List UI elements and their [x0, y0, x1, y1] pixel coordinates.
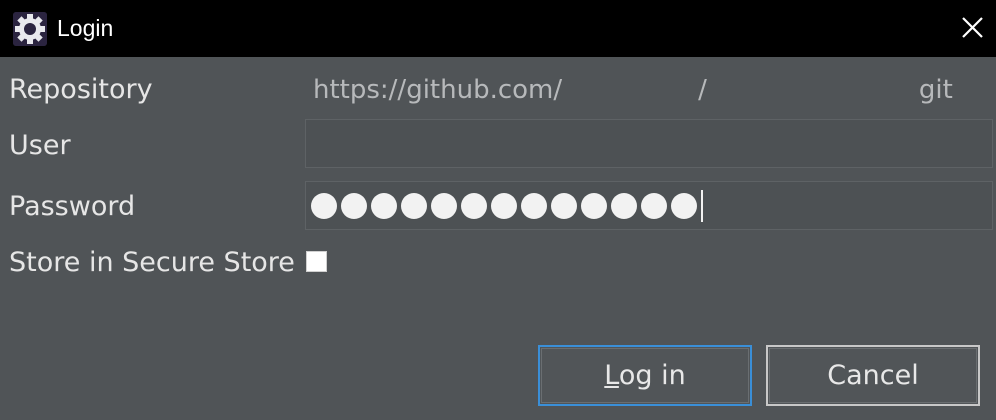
password-dot [671, 193, 697, 219]
password-dot [371, 193, 397, 219]
text-caret [701, 190, 703, 222]
password-dot [461, 193, 487, 219]
login-button-label: Log in [604, 360, 685, 391]
password-dot [401, 193, 427, 219]
login-label-rest: og in [618, 360, 686, 391]
password-mask [311, 190, 703, 222]
repository-url-suffix: git [918, 75, 953, 105]
title-bar: Login [0, 0, 996, 57]
gear-icon [13, 12, 47, 46]
close-icon[interactable] [954, 10, 990, 46]
user-field[interactable] [305, 119, 993, 168]
user-label: User [9, 130, 71, 161]
password-dot [341, 193, 367, 219]
password-dot [311, 193, 337, 219]
login-button[interactable]: Log in [538, 345, 752, 406]
login-mnemonic: L [604, 360, 619, 391]
store-secure-checkbox[interactable] [306, 251, 327, 272]
cancel-button[interactable]: Cancel [766, 345, 980, 406]
password-dot [491, 193, 517, 219]
password-dot [551, 193, 577, 219]
repository-url-prefix: https://github.com/ [313, 75, 563, 105]
login-dialog: Login Repository https://github.com/ / git… [0, 0, 996, 420]
repository-value: https://github.com/ / git [313, 73, 993, 107]
password-label: Password [9, 191, 136, 222]
password-dot [611, 193, 637, 219]
password-field[interactable] [305, 181, 993, 230]
window-title: Login [57, 15, 114, 41]
cancel-button-label: Cancel [827, 360, 919, 391]
repository-url-separator: / [698, 75, 707, 105]
password-dot [521, 193, 547, 219]
store-secure-label: Store in Secure Store [9, 247, 295, 278]
password-dot [581, 193, 607, 219]
password-dot [431, 193, 457, 219]
password-dot [641, 193, 667, 219]
repository-label: Repository [9, 74, 153, 105]
